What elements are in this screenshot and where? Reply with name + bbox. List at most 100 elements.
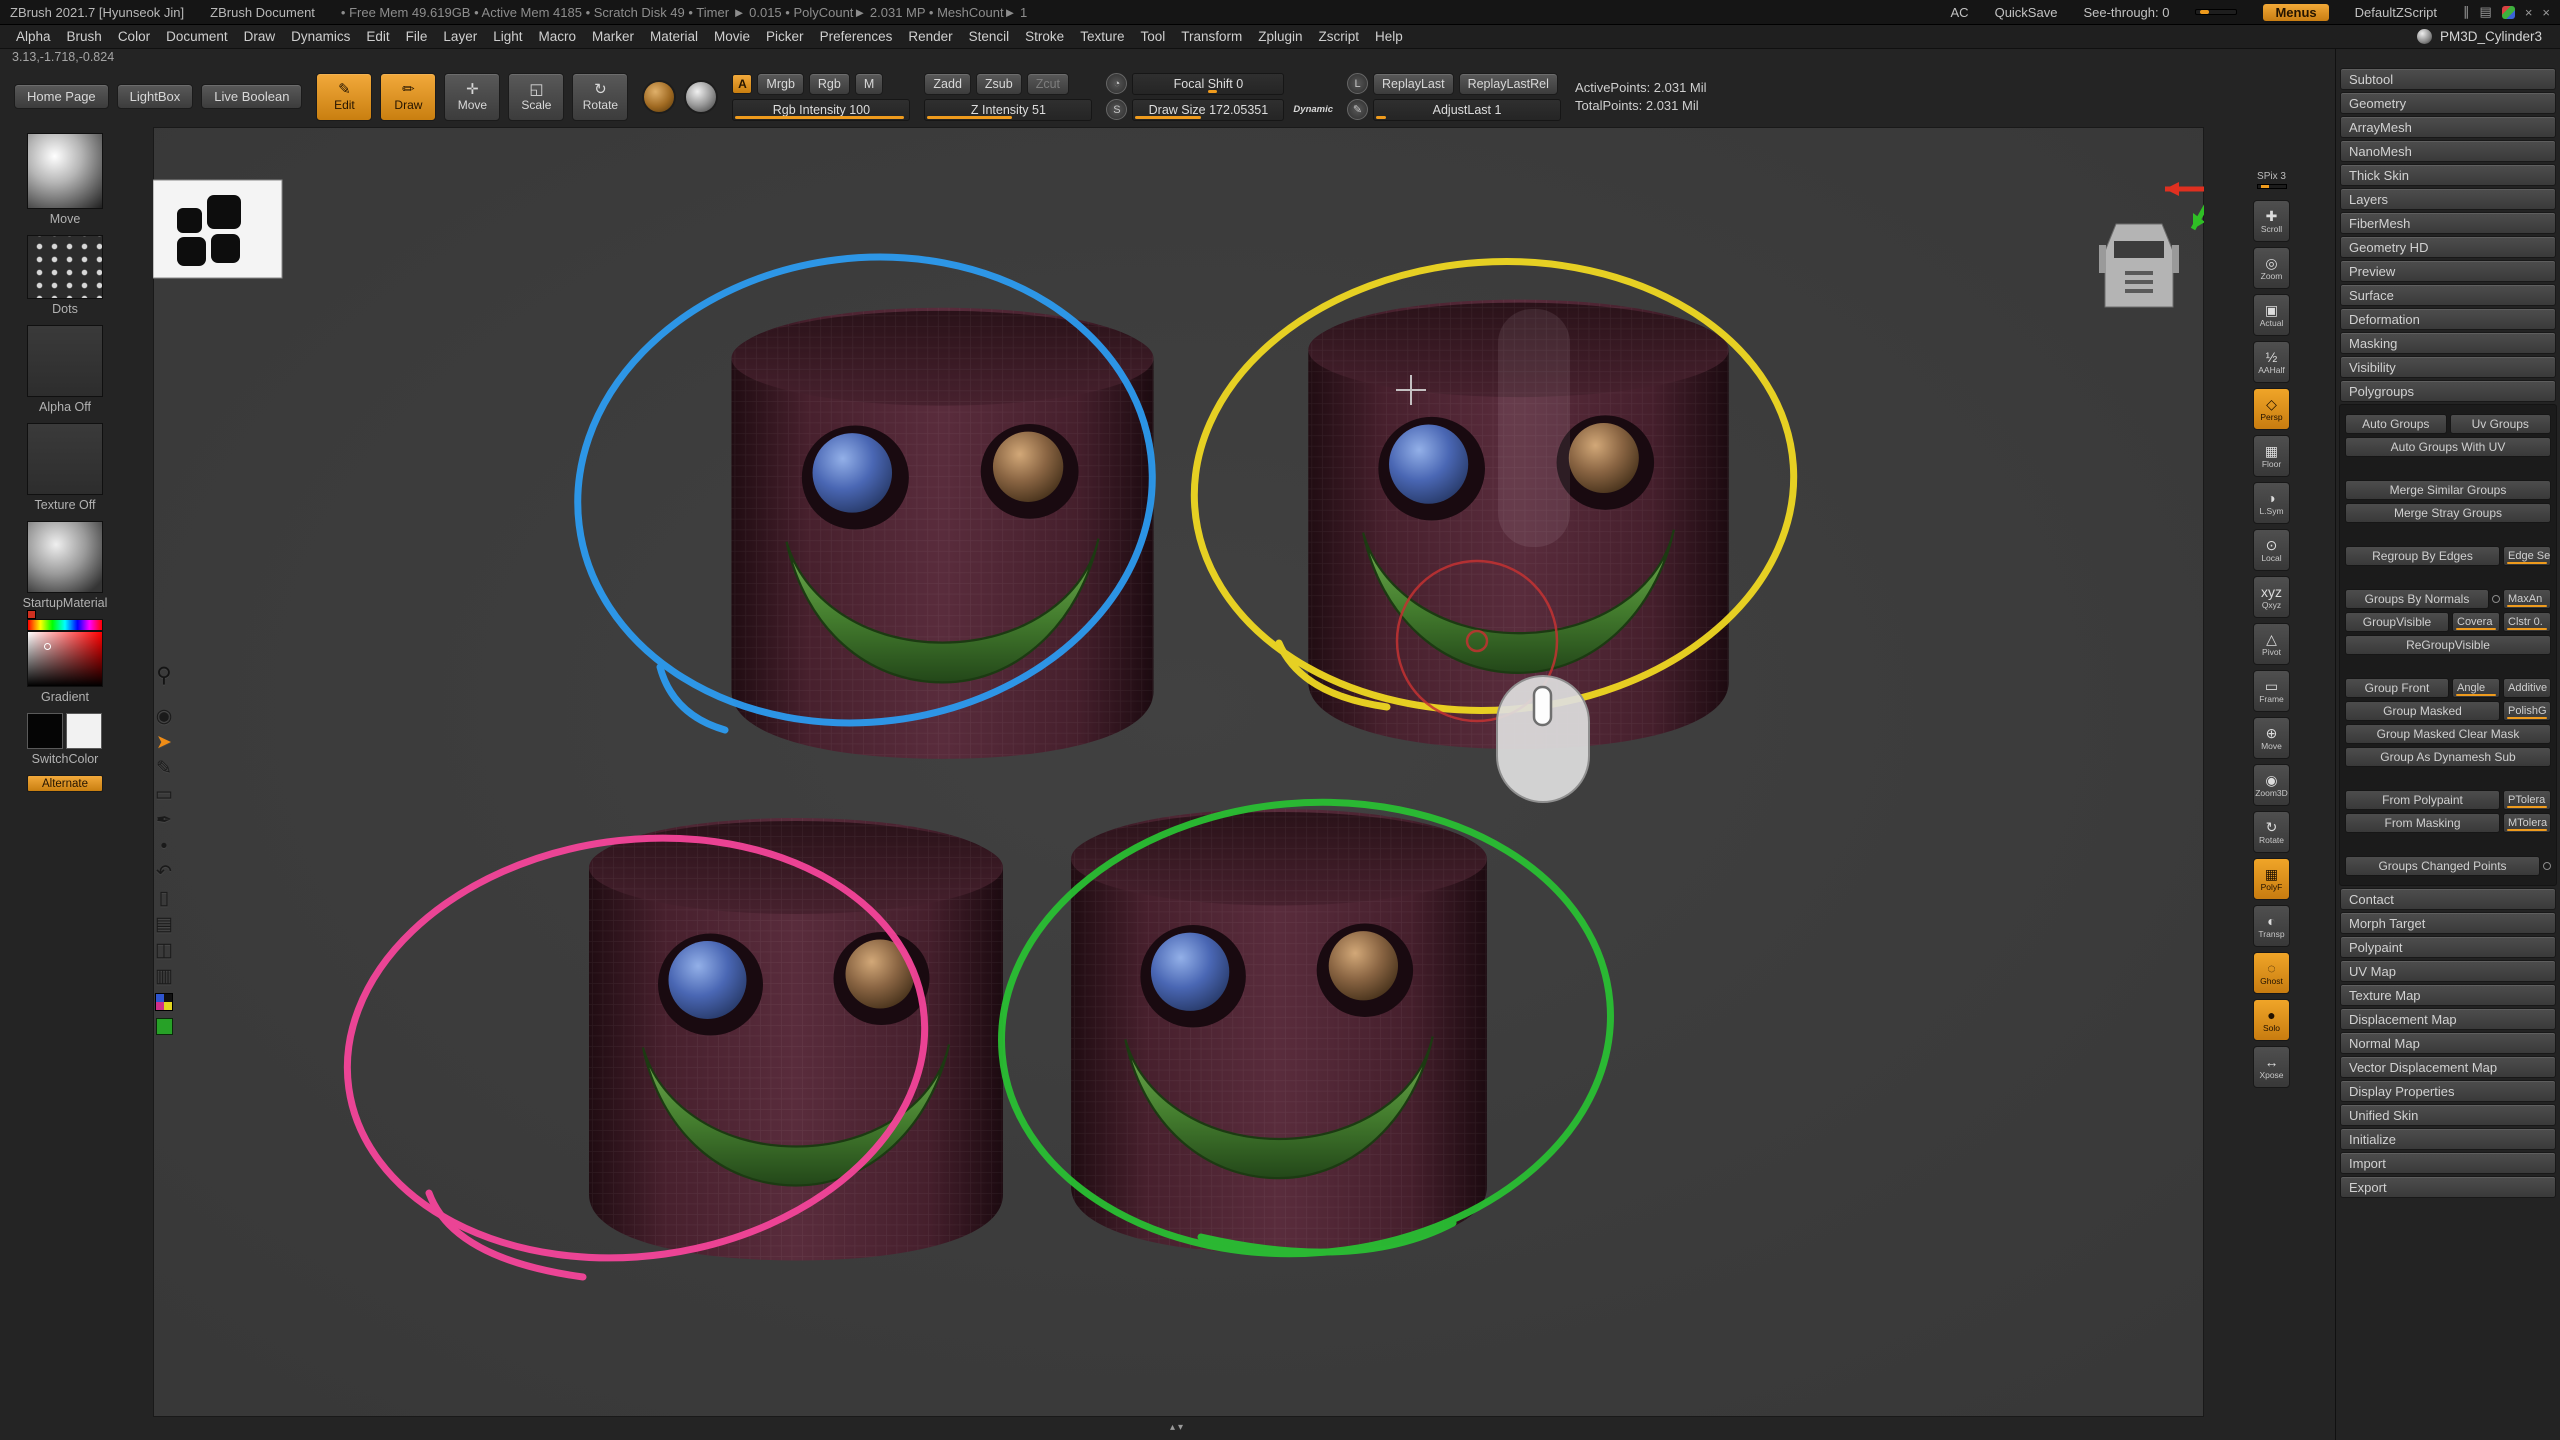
menu-item[interactable]: Draw	[236, 29, 284, 44]
menu-item[interactable]: Preferences	[812, 29, 901, 44]
shelf-zoom[interactable]: ◎ Zoom	[2253, 247, 2290, 289]
menu-item[interactable]: Dynamics	[283, 29, 358, 44]
alternate-button[interactable]: Alternate	[27, 775, 103, 792]
shelf-zoom3d[interactable]: ◉ Zoom3D	[2253, 764, 2290, 806]
frame-icon[interactable]: ▭	[155, 785, 173, 804]
group-as-dynamesh-sub-button[interactable]: Group As Dynamesh Sub	[2345, 747, 2551, 767]
palette-section[interactable]: ArrayMesh	[2340, 116, 2556, 138]
sculpt-mode-button[interactable]: Zsub	[976, 73, 1022, 95]
palette-section[interactable]: Contact	[2340, 888, 2556, 910]
pen-icon[interactable]: ✒	[156, 811, 172, 830]
focal-icon-button[interactable]: ◔	[1106, 73, 1127, 94]
menu-item[interactable]: Brush	[59, 29, 110, 44]
radio-dot-icon[interactable]	[2492, 595, 2500, 603]
spix-slider-label[interactable]: SPix 3	[2257, 171, 2287, 182]
pin-window-icon[interactable]: ∥	[2463, 4, 2470, 20]
palette-section[interactable]: Normal Map	[2340, 1032, 2556, 1054]
group-masked-clear-mask-button[interactable]: Group Masked Clear Mask	[2345, 724, 2551, 744]
shelf-polyf[interactable]: ▦ PolyF	[2253, 858, 2290, 900]
regroup-by-edges-button[interactable]: Regroup By Edges	[2345, 546, 2500, 566]
dot-icon[interactable]: •	[161, 837, 168, 856]
current-color-sphere-button[interactable]	[684, 80, 718, 114]
palette-section[interactable]: Geometry	[2340, 92, 2556, 114]
shelf-floor[interactable]: ▦ Floor	[2253, 435, 2290, 477]
cylinder-top-left[interactable]	[731, 308, 1153, 759]
palette-section[interactable]: Import	[2340, 1152, 2556, 1174]
zscript-button[interactable]: DefaultZScript	[2355, 5, 2437, 20]
shelf-pivot[interactable]: △ Pivot	[2253, 623, 2290, 665]
group-front-button[interactable]: Group Front	[2345, 678, 2449, 698]
palette-section[interactable]: Export	[2340, 1176, 2556, 1198]
coverage-slider[interactable]: Covera	[2452, 612, 2500, 632]
groups-changed-points-button[interactable]: Groups Changed Points	[2345, 856, 2540, 876]
shelf-rotate[interactable]: ↻ Rotate	[2253, 811, 2290, 853]
menu-item[interactable]: Transform	[1173, 29, 1250, 44]
palette-section-polygroups[interactable]: Polygroups	[2340, 380, 2556, 402]
cylinder-top-right[interactable]	[1308, 300, 1728, 749]
menu-item[interactable]: Macro	[530, 29, 584, 44]
menu-item[interactable]: Stencil	[961, 29, 1018, 44]
cluster-slider[interactable]: Clstr 0.	[2503, 612, 2551, 632]
auto-groups-button[interactable]: Auto Groups	[2345, 414, 2447, 434]
replay-last-rel-button[interactable]: ReplayLastRel	[1459, 73, 1558, 95]
ac-button[interactable]: AC	[1951, 5, 1969, 20]
palette-section[interactable]: Texture Map	[2340, 984, 2556, 1006]
palette-section[interactable]: Subtool	[2340, 68, 2556, 90]
note-icon[interactable]: ▥	[155, 967, 173, 986]
mode-button[interactable]: ✎ Edit	[316, 73, 372, 121]
texture-thumbnail[interactable]	[27, 423, 103, 495]
current-color-chip[interactable]	[27, 610, 36, 619]
shelf-actual[interactable]: ▣ Actual	[2253, 294, 2290, 336]
palette-section[interactable]: UV Map	[2340, 960, 2556, 982]
spix-slider[interactable]	[2257, 184, 2287, 189]
palette-section[interactable]: Thick Skin	[2340, 164, 2556, 186]
shelf-qxyz[interactable]: xyz Qxyz	[2253, 576, 2290, 618]
menu-item[interactable]: Texture	[1072, 29, 1132, 44]
color-picker-square[interactable]	[27, 631, 103, 687]
stroke-thumbnail[interactable]	[27, 235, 103, 299]
menu-item[interactable]: File	[398, 29, 436, 44]
palette-section[interactable]: Unified Skin	[2340, 1104, 2556, 1126]
menu-item[interactable]: Stroke	[1017, 29, 1072, 44]
seethrough-slider[interactable]	[2195, 9, 2237, 15]
menu-item[interactable]: Tool	[1132, 29, 1173, 44]
paint-mode-button[interactable]: Rgb	[809, 73, 850, 95]
radio-dot-icon[interactable]	[2543, 862, 2551, 870]
palette-section[interactable]: Display Properties	[2340, 1080, 2556, 1102]
groups-by-normals-button[interactable]: Groups By Normals	[2345, 589, 2489, 609]
marker-pin-icon[interactable]: ⚲	[156, 665, 171, 686]
menu-item[interactable]: Help	[1367, 29, 1411, 44]
current-material-button[interactable]	[642, 80, 676, 114]
secondary-color-swatch[interactable]	[66, 713, 102, 749]
document-thumbnail[interactable]	[153, 180, 282, 278]
adjust-last-slider[interactable]: AdjustLast 1	[1373, 99, 1561, 121]
shelf-transp[interactable]: ◐ Transp	[2253, 905, 2290, 947]
quicksave-button[interactable]: QuickSave	[1995, 5, 2058, 20]
paint-mode-button[interactable]: M	[855, 73, 883, 95]
sculpt-mode-button[interactable]: Zadd	[924, 73, 971, 95]
shelf-frame[interactable]: ▭ Frame	[2253, 670, 2290, 712]
colors-indicator-icon[interactable]	[2502, 6, 2515, 19]
palette-section[interactable]: Surface	[2340, 284, 2556, 306]
palette-section[interactable]: FiberMesh	[2340, 212, 2556, 234]
camera-icon[interactable]: ◫	[155, 941, 173, 960]
shelf-local[interactable]: ⊙ Local	[2253, 529, 2290, 571]
shelf-scroll[interactable]: ✚ Scroll	[2253, 200, 2290, 242]
minimize-icon[interactable]: ×	[2525, 5, 2533, 20]
mode-button[interactable]: ◱ Scale	[508, 73, 564, 121]
shelf-persp[interactable]: ◇ Persp	[2253, 388, 2290, 430]
palette-section[interactable]: Deformation	[2340, 308, 2556, 330]
sculpt-mode-button[interactable]: Zcut	[1027, 73, 1069, 95]
close-icon[interactable]: ×	[2542, 5, 2550, 20]
shelf-ghost[interactable]: ◌ Ghost	[2253, 952, 2290, 994]
menu-item[interactable]: Zplugin	[1250, 29, 1310, 44]
palette-section[interactable]: Masking	[2340, 332, 2556, 354]
z-intensity-slider[interactable]: Z Intensity 51	[924, 99, 1092, 121]
dynamic-label[interactable]: Dynamic	[1293, 104, 1333, 115]
eye-icon[interactable]: ◉	[156, 707, 173, 726]
replay-last-button[interactable]: ReplayLast	[1373, 73, 1454, 95]
active-tool-icon[interactable]	[2417, 29, 2432, 44]
shelf-xpose[interactable]: ↔ Xpose	[2253, 1046, 2290, 1088]
main-color-swatch[interactable]	[27, 713, 63, 749]
draw-size-slider[interactable]: Draw Size 172.05351	[1132, 99, 1284, 121]
